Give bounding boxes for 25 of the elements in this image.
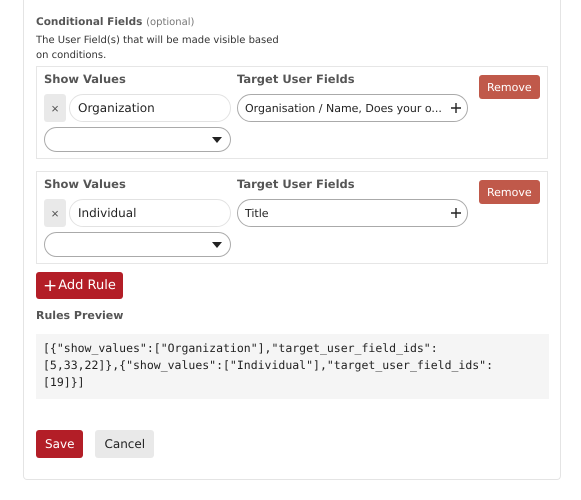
caret-icon [212,136,222,142]
value-field[interactable]: Individual [69,199,231,227]
remove-value-button[interactable]: × [44,199,66,227]
field-label: Show Values [44,177,127,193]
value-field[interactable]: Organization [69,94,231,122]
remove-button[interactable]: Remove [479,75,540,99]
target-field[interactable]: Organisation / Name, Does your o... [237,94,468,122]
plus-icon [451,208,461,218]
section-title: Conditional Fields (optional) [36,16,196,28]
save-button[interactable]: Save [36,430,84,458]
field-label: Show Values [44,72,127,88]
value-dropdown[interactable] [44,232,231,257]
cancel-button[interactable]: Cancel [95,430,154,458]
plus-icon [451,103,461,113]
preview-title: Rules Preview [36,309,124,322]
section-description: The User Field(s) that will be made visible based on conditions. [36,34,280,63]
remove-button[interactable]: Remove [479,180,540,204]
caret-icon [212,242,222,248]
target-field[interactable]: Title [237,199,468,227]
field-label: Target User Fields [237,72,356,88]
remove-value-button[interactable]: × [44,94,66,122]
rules-preview-code: [{"show_values":["Organization"],"target_user_field_ids": [5,33,22]},{"show_values":["Individual"],"target_user_field_ids": [19]}] [36,334,549,399]
add-rule-button[interactable]: +Add Rule [36,272,123,299]
field-label: Target User Fields [237,177,356,193]
value-dropdown[interactable] [44,127,231,152]
